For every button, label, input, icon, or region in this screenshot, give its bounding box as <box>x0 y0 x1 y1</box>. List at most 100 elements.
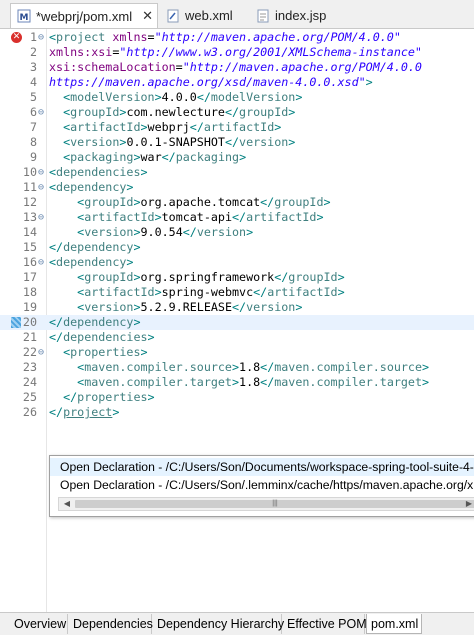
code-line[interactable]: 18 <artifactId>spring-webmvc</artifactId… <box>0 285 474 300</box>
line-number: 22 <box>22 345 37 359</box>
code-text: <artifactId>tomcat-api</artifactId> <box>77 210 324 224</box>
code-text: xmlns:xsi="http://www.w3.org/2001/XMLSch… <box>49 45 422 59</box>
code-line[interactable]: 23 <maven.compiler.source>1.8</maven.com… <box>0 360 474 375</box>
line-number: 7 <box>29 120 37 134</box>
line-number: 9 <box>29 150 37 164</box>
tab-dependencies[interactable]: Dependencies <box>69 614 153 634</box>
code-line[interactable]: 20 </dependency> <box>0 315 474 330</box>
line-number: 26 <box>22 405 37 419</box>
line-number: 6 <box>29 105 37 119</box>
tab-web-xml[interactable]: web.xml <box>160 3 238 28</box>
code-line[interactable]: 22 ⊖ <properties> <box>0 345 474 360</box>
code-line[interactable]: 19 <version>5.2.9.RELEASE</version> <box>0 300 474 315</box>
tab-effective-pom[interactable]: Effective POM <box>283 614 367 634</box>
code-line[interactable]: 3 xsi:schemaLocation="http://maven.apache… <box>0 60 474 75</box>
code-text: <version>9.0.54</version> <box>77 225 254 239</box>
code-line[interactable]: ✕ 1 ⊖ <project xmlns="http://maven.apache.o… <box>0 30 474 45</box>
popup-item-open-declaration-1[interactable]: Open Declaration - /C:/Users/Son/Documen… <box>50 458 474 476</box>
fold-toggle-icon[interactable]: ⊖ <box>38 180 47 195</box>
code-line[interactable]: 11 ⊖ <dependency> <box>0 180 474 195</box>
scroll-right-icon[interactable]: ▶ <box>462 498 474 510</box>
fold-toggle-icon[interactable]: ⊖ <box>38 165 47 180</box>
code-line[interactable]: 25 </properties> <box>0 390 474 405</box>
line-number: 21 <box>22 330 37 344</box>
code-line[interactable]: 15 </dependency> <box>0 240 474 255</box>
code-line[interactable]: 17 <groupId>org.springframework</groupId… <box>0 270 474 285</box>
svg-text:M: M <box>20 13 29 23</box>
code-line[interactable]: 13 ⊖ <artifactId>tomcat-api</artifactId> <box>0 210 474 225</box>
code-line[interactable]: 4 https://maven.apache.org/xsd/maven-4.0.… <box>0 75 474 90</box>
line-number: 8 <box>29 135 37 149</box>
line-number: 11 <box>22 180 37 194</box>
code-text: xsi:schemaLocation="http://maven.apache.… <box>49 60 422 74</box>
code-line[interactable]: 24 <maven.compiler.target>1.8</maven.com… <box>0 375 474 390</box>
code-line[interactable]: 6 ⊖ <groupId>com.newlecture</groupId> <box>0 105 474 120</box>
tab-dependency-hierarchy[interactable]: Dependency Hierarchy <box>153 614 284 634</box>
grip-icon: ||| <box>272 500 278 507</box>
code-text: https://maven.apache.org/xsd/maven-4.0.0… <box>49 75 373 89</box>
line-number: 17 <box>22 270 37 284</box>
tab-label: index.jsp <box>275 8 327 23</box>
line-number: 1 <box>29 30 37 44</box>
code-text: <version>5.2.9.RELEASE</version> <box>77 300 303 314</box>
code-line[interactable]: 12 <groupId>org.apache.tomcat</groupId> <box>0 195 474 210</box>
code-line[interactable]: 8 <version>0.0.1-SNAPSHOT</version> <box>0 135 474 150</box>
code-text: </project> <box>49 405 120 419</box>
xml-source-editor[interactable]: ✕ 1 ⊖ <project xmlns="http://maven.apache.o… <box>0 29 474 619</box>
fold-toggle-icon[interactable]: ⊖ <box>38 30 47 45</box>
code-line[interactable]: 14 <version>9.0.54</version> <box>0 225 474 240</box>
tab-pom-xml-source[interactable]: pom.xml <box>366 614 422 634</box>
editor-page-tabs: Overview Dependencies Dependency Hierarc… <box>0 612 474 635</box>
code-text: <maven.compiler.target>1.8</maven.compil… <box>77 375 430 389</box>
tab-label: web.xml <box>185 8 233 23</box>
line-number: 20 <box>22 315 37 329</box>
line-number: 2 <box>29 45 37 59</box>
code-text: <groupId>org.apache.tomcat</groupId> <box>77 195 331 209</box>
xml-file-icon <box>166 9 180 23</box>
line-number: 14 <box>22 225 37 239</box>
popup-item-open-declaration-2[interactable]: Open Declaration - /C:/Users/Son/.lemmin… <box>60 476 473 494</box>
close-icon[interactable]: ✕ <box>142 8 153 24</box>
popup-horizontal-scrollbar[interactable]: ◀ ||| ▶ <box>58 497 474 511</box>
fold-toggle-icon[interactable]: ⊖ <box>38 255 47 270</box>
code-line[interactable]: 2 xmlns:xsi="http://www.w3.org/2001/XMLSc… <box>0 45 474 60</box>
jsp-file-icon <box>256 9 270 23</box>
line-number: 23 <box>22 360 37 374</box>
tab-index-jsp[interactable]: index.jsp <box>250 3 334 28</box>
code-line[interactable]: 21 </dependencies> <box>0 330 474 345</box>
fold-toggle-icon[interactable]: ⊖ <box>38 345 47 360</box>
line-number: 19 <box>22 300 37 314</box>
code-line[interactable]: 26 </project> <box>0 405 474 420</box>
scrollbar-thumb[interactable]: ||| <box>75 500 474 508</box>
code-text: <project xmlns="http://maven.apache.org/… <box>49 30 401 44</box>
code-text: <dependencies> <box>49 165 148 179</box>
editor-tab-bar: M *webprj/pom.xml ✕ web.xml index.jsp <box>0 0 474 29</box>
code-line[interactable]: 16 ⊖ <dependency> <box>0 255 474 270</box>
code-text: <artifactId>spring-webmvc</artifactId> <box>77 285 345 299</box>
line-number: 5 <box>29 90 37 104</box>
line-number: 4 <box>29 75 37 89</box>
tab-overview[interactable]: Overview <box>10 614 68 634</box>
code-text: <packaging>war</packaging> <box>63 150 247 164</box>
fold-toggle-icon[interactable]: ⊖ <box>38 105 47 120</box>
scroll-left-icon[interactable]: ◀ <box>60 498 74 510</box>
code-text: </properties> <box>63 390 155 404</box>
code-text: </dependency> <box>49 240 141 254</box>
code-line[interactable]: 9 <packaging>war</packaging> <box>0 150 474 165</box>
code-text: <modelVersion>4.0.0</modelVersion> <box>63 90 303 104</box>
code-line[interactable]: 5 <modelVersion>4.0.0</modelVersion> <box>0 90 474 105</box>
tab-label: *webprj/pom.xml <box>36 8 133 24</box>
line-number: 15 <box>22 240 37 254</box>
line-number: 25 <box>22 390 37 404</box>
line-number: 12 <box>22 195 37 209</box>
code-text: </dependencies> <box>49 330 155 344</box>
code-text: <properties> <box>63 345 148 359</box>
code-text: </dependency> <box>49 315 141 329</box>
fold-toggle-icon[interactable]: ⊖ <box>38 210 47 225</box>
code-line[interactable]: 10 ⊖ <dependencies> <box>0 165 474 180</box>
tab-pom-xml[interactable]: M *webprj/pom.xml ✕ <box>10 3 158 28</box>
code-line[interactable]: 7 <artifactId>webprj</artifactId> <box>0 120 474 135</box>
open-declaration-popup: Open Declaration - /C:/Users/Son/Documen… <box>49 455 474 517</box>
line-number: 24 <box>22 375 37 389</box>
code-text: <groupId>org.springframework</groupId> <box>77 270 345 284</box>
